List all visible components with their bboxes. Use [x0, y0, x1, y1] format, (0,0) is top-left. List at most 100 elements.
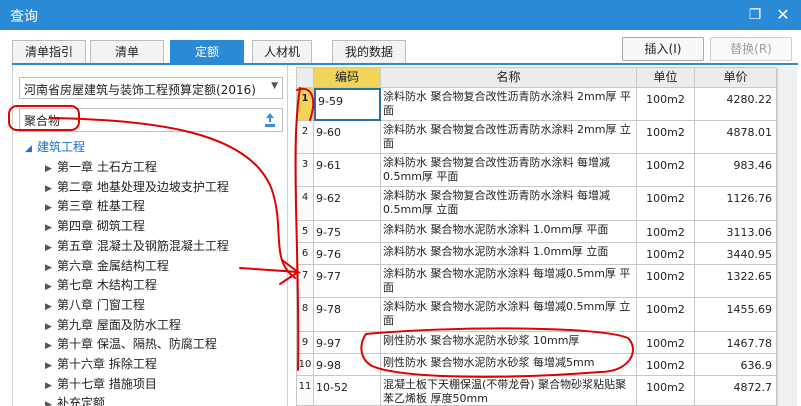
grid-cell-name[interactable]: 涂料防水 聚合物复合改性沥青防水涂料 每增减0.5mm厚 立面	[381, 187, 637, 221]
grid-cell-name[interactable]: 刚性防水 聚合物水泥防水砂浆 每增减5mm	[381, 354, 637, 376]
chevron-down-icon[interactable]: ▼	[271, 81, 278, 91]
vertical-scrollbar[interactable]	[777, 67, 797, 406]
tree-chapter[interactable]: ▶ 第七章 木结构工程	[45, 275, 157, 295]
tree-chapter[interactable]: ▶ 第二章 地基处理及边坡支护工程	[45, 177, 229, 197]
grid-cell-code[interactable]: 10-52	[314, 376, 381, 406]
tree-chapter[interactable]: ▶ 第八章 门窗工程	[45, 295, 145, 315]
grid-cell-price[interactable]: 1322.65	[695, 265, 777, 298]
grid-cell-price[interactable]: 1467.78	[695, 332, 777, 354]
grid-cell-unit[interactable]: 100m2	[637, 298, 695, 332]
grid-cell-name[interactable]: 涂料防水 聚合物水泥防水涂料 每增减0.5mm厚 立面	[381, 298, 637, 332]
grid-cell-price[interactable]: 1126.76	[695, 187, 777, 221]
grid-cell-unit[interactable]: 100m2	[637, 265, 695, 298]
tree-chapter[interactable]: ▶ 第十章 保温、隔热、防腐工程	[45, 334, 217, 354]
tree-chapter[interactable]: ▶ 第六章 金属结构工程	[45, 256, 169, 276]
grid-cell-name[interactable]: 涂料防水 聚合物水泥防水涂料 1.0mm厚 平面	[381, 221, 637, 243]
search-box[interactable]	[19, 108, 283, 132]
tree-root-label: 建筑工程	[37, 140, 86, 154]
header-unit[interactable]: 单位	[637, 68, 695, 88]
collapsed-triangle-icon[interactable]: ▶	[45, 395, 57, 406]
grid-cell-unit[interactable]: 100m2	[637, 121, 695, 154]
grid-cell-idx[interactable]: 2	[297, 121, 314, 154]
grid-cell-name[interactable]: 涂料防水 聚合物水泥防水涂料 每增减0.5mm厚 平面	[381, 265, 637, 298]
grid-cell-idx[interactable]: 10	[297, 354, 314, 376]
header-code[interactable]: 编码	[314, 68, 381, 88]
grid-cell-idx[interactable]: 5	[297, 221, 314, 243]
grid-cell-idx[interactable]: 4	[297, 187, 314, 221]
tree-chapter-label: 第二章 地基处理及边坡支护工程	[57, 179, 229, 194]
tab-list[interactable]: 清单	[90, 40, 164, 64]
grid-cell-price[interactable]: 3440.95	[695, 243, 777, 265]
grid-cell-code[interactable]: 9-76	[314, 243, 381, 265]
insert-button[interactable]: 插入(I)	[622, 37, 704, 61]
maximize-icon[interactable]: ❐	[745, 5, 765, 25]
grid-cell-price[interactable]: 3113.06	[695, 221, 777, 243]
grid-cell-unit[interactable]: 100m2	[637, 376, 695, 406]
left-panel: 河南省房屋建筑与装饰工程预算定额(2016) ▼ ◢建筑工程 ▶第一章 土石方工…	[12, 65, 288, 406]
tree-chapter[interactable]: ▶ 第三章 桩基工程	[45, 196, 145, 216]
window-title: 查询	[10, 9, 38, 25]
grid-cell-price[interactable]: 4872.7	[695, 376, 777, 406]
tree-chapter[interactable]: ▶ 第十七章 措施项目	[45, 374, 157, 394]
grid-cell-name[interactable]: 混凝土板下天棚保温(不带龙骨) 聚合物砂浆粘贴聚苯乙烯板 厚度50mm	[381, 376, 637, 406]
header-name[interactable]: 名称	[381, 68, 637, 88]
grid-cell-price[interactable]: 983.46	[695, 154, 777, 187]
grid-cell-unit[interactable]: 100m2	[637, 332, 695, 354]
tree-chapter-label: 第四章 砌筑工程	[57, 219, 145, 234]
grid-cell-unit[interactable]: 100m2	[637, 154, 695, 187]
grid-cell-price[interactable]: 4878.01	[695, 121, 777, 154]
grid-cell-code[interactable]: 9-77	[314, 265, 381, 298]
tree-chapter-label: 第九章 屋面及防水工程	[57, 317, 181, 332]
tab-labor-material-machine[interactable]: 人材机	[252, 40, 312, 64]
grid-cell-idx[interactable]: 3	[297, 154, 314, 187]
grid-cell-unit[interactable]: 100m2	[637, 354, 695, 376]
grid-cell-price[interactable]: 636.9	[695, 354, 777, 376]
grid-cell-idx[interactable]: 8	[297, 298, 314, 332]
grid-cell-idx[interactable]: 6	[297, 243, 314, 265]
grid-cell-name[interactable]: 涂料防水 聚合物复合改性沥青防水涂料 每增减0.5mm厚 平面	[381, 154, 637, 187]
tree-chapter[interactable]: ▶ 补充定额	[45, 393, 105, 406]
grid-cell-unit[interactable]: 100m2	[637, 243, 695, 265]
close-icon[interactable]: ✕	[773, 5, 793, 25]
tab-quota[interactable]: 定额	[170, 40, 244, 64]
expanded-triangle-icon[interactable]: ◢	[25, 139, 37, 159]
tree-root[interactable]: ◢ 建筑工程	[25, 137, 85, 157]
tree-chapter-label: 补充定额	[57, 396, 106, 406]
search-input[interactable]	[24, 112, 244, 128]
tab-my-data[interactable]: 我的数据	[332, 40, 406, 64]
grid-cell-code[interactable]: 9-78	[314, 298, 381, 332]
filter-icon[interactable]	[263, 112, 277, 128]
tree-chapter[interactable]: ▶ 第四章 砌筑工程	[45, 216, 145, 236]
tree-chapter[interactable]: ▶ 第九章 屋面及防水工程	[45, 315, 181, 335]
tree-chapter-label: 第六章 金属结构工程	[57, 258, 169, 273]
grid-cell-code[interactable]: 9-75	[314, 221, 381, 243]
grid-cell-code[interactable]: 9-61	[314, 154, 381, 187]
grid-cell-code[interactable]: 9-60	[314, 121, 381, 154]
grid-cell-idx[interactable]: 9	[297, 332, 314, 354]
tree-chapter[interactable]: ▶ 第一章 土石方工程	[45, 157, 157, 177]
grid-cell-name[interactable]: 涂料防水 聚合物水泥防水涂料 1.0mm厚 立面	[381, 243, 637, 265]
replace-button[interactable]: 替换(R)	[710, 37, 792, 61]
library-select[interactable]: 河南省房屋建筑与装饰工程预算定额(2016) ▼	[19, 77, 283, 99]
grid-cell-unit[interactable]: 100m2	[637, 88, 695, 121]
grid-cell-code[interactable]: 9-62	[314, 187, 381, 221]
tab-list-guide[interactable]: 清单指引	[12, 40, 86, 64]
grid-cell-idx[interactable]: 7	[297, 265, 314, 298]
title-bar: 查询 ❐ ✕	[0, 0, 801, 30]
grid-cell-code[interactable]: 9-98	[314, 354, 381, 376]
header-price[interactable]: 单价	[695, 68, 777, 88]
grid-cell-price[interactable]: 4280.22	[695, 88, 777, 121]
grid-cell-code[interactable]: 9-59	[314, 88, 381, 121]
grid-cell-code[interactable]: 9-97	[314, 332, 381, 354]
grid-cell-price[interactable]: 1455.69	[695, 298, 777, 332]
grid-cell-idx[interactable]: 11	[297, 376, 314, 406]
tree-chapter[interactable]: ▶ 第十六章 拆除工程	[45, 354, 157, 374]
grid-cell-idx[interactable]: 1	[297, 88, 314, 121]
grid-cell-unit[interactable]: 100m2	[637, 187, 695, 221]
grid-cell-unit[interactable]: 100m2	[637, 221, 695, 243]
quota-grid: 编码 名称 单位 单价 1 9-59 涂料防水 聚合物复合改性沥青防水涂料 2mm厚…	[296, 67, 777, 406]
tree-chapter[interactable]: ▶ 第五章 混凝土及钢筋混凝土工程	[45, 236, 229, 256]
grid-cell-name[interactable]: 涂料防水 聚合物复合改性沥青防水涂料 2mm厚 立面	[381, 121, 637, 154]
grid-cell-name[interactable]: 涂料防水 聚合物复合改性沥青防水涂料 2mm厚 平面	[381, 88, 637, 121]
grid-cell-name[interactable]: 刚性防水 聚合物水泥防水砂浆 10mm厚	[381, 332, 637, 354]
